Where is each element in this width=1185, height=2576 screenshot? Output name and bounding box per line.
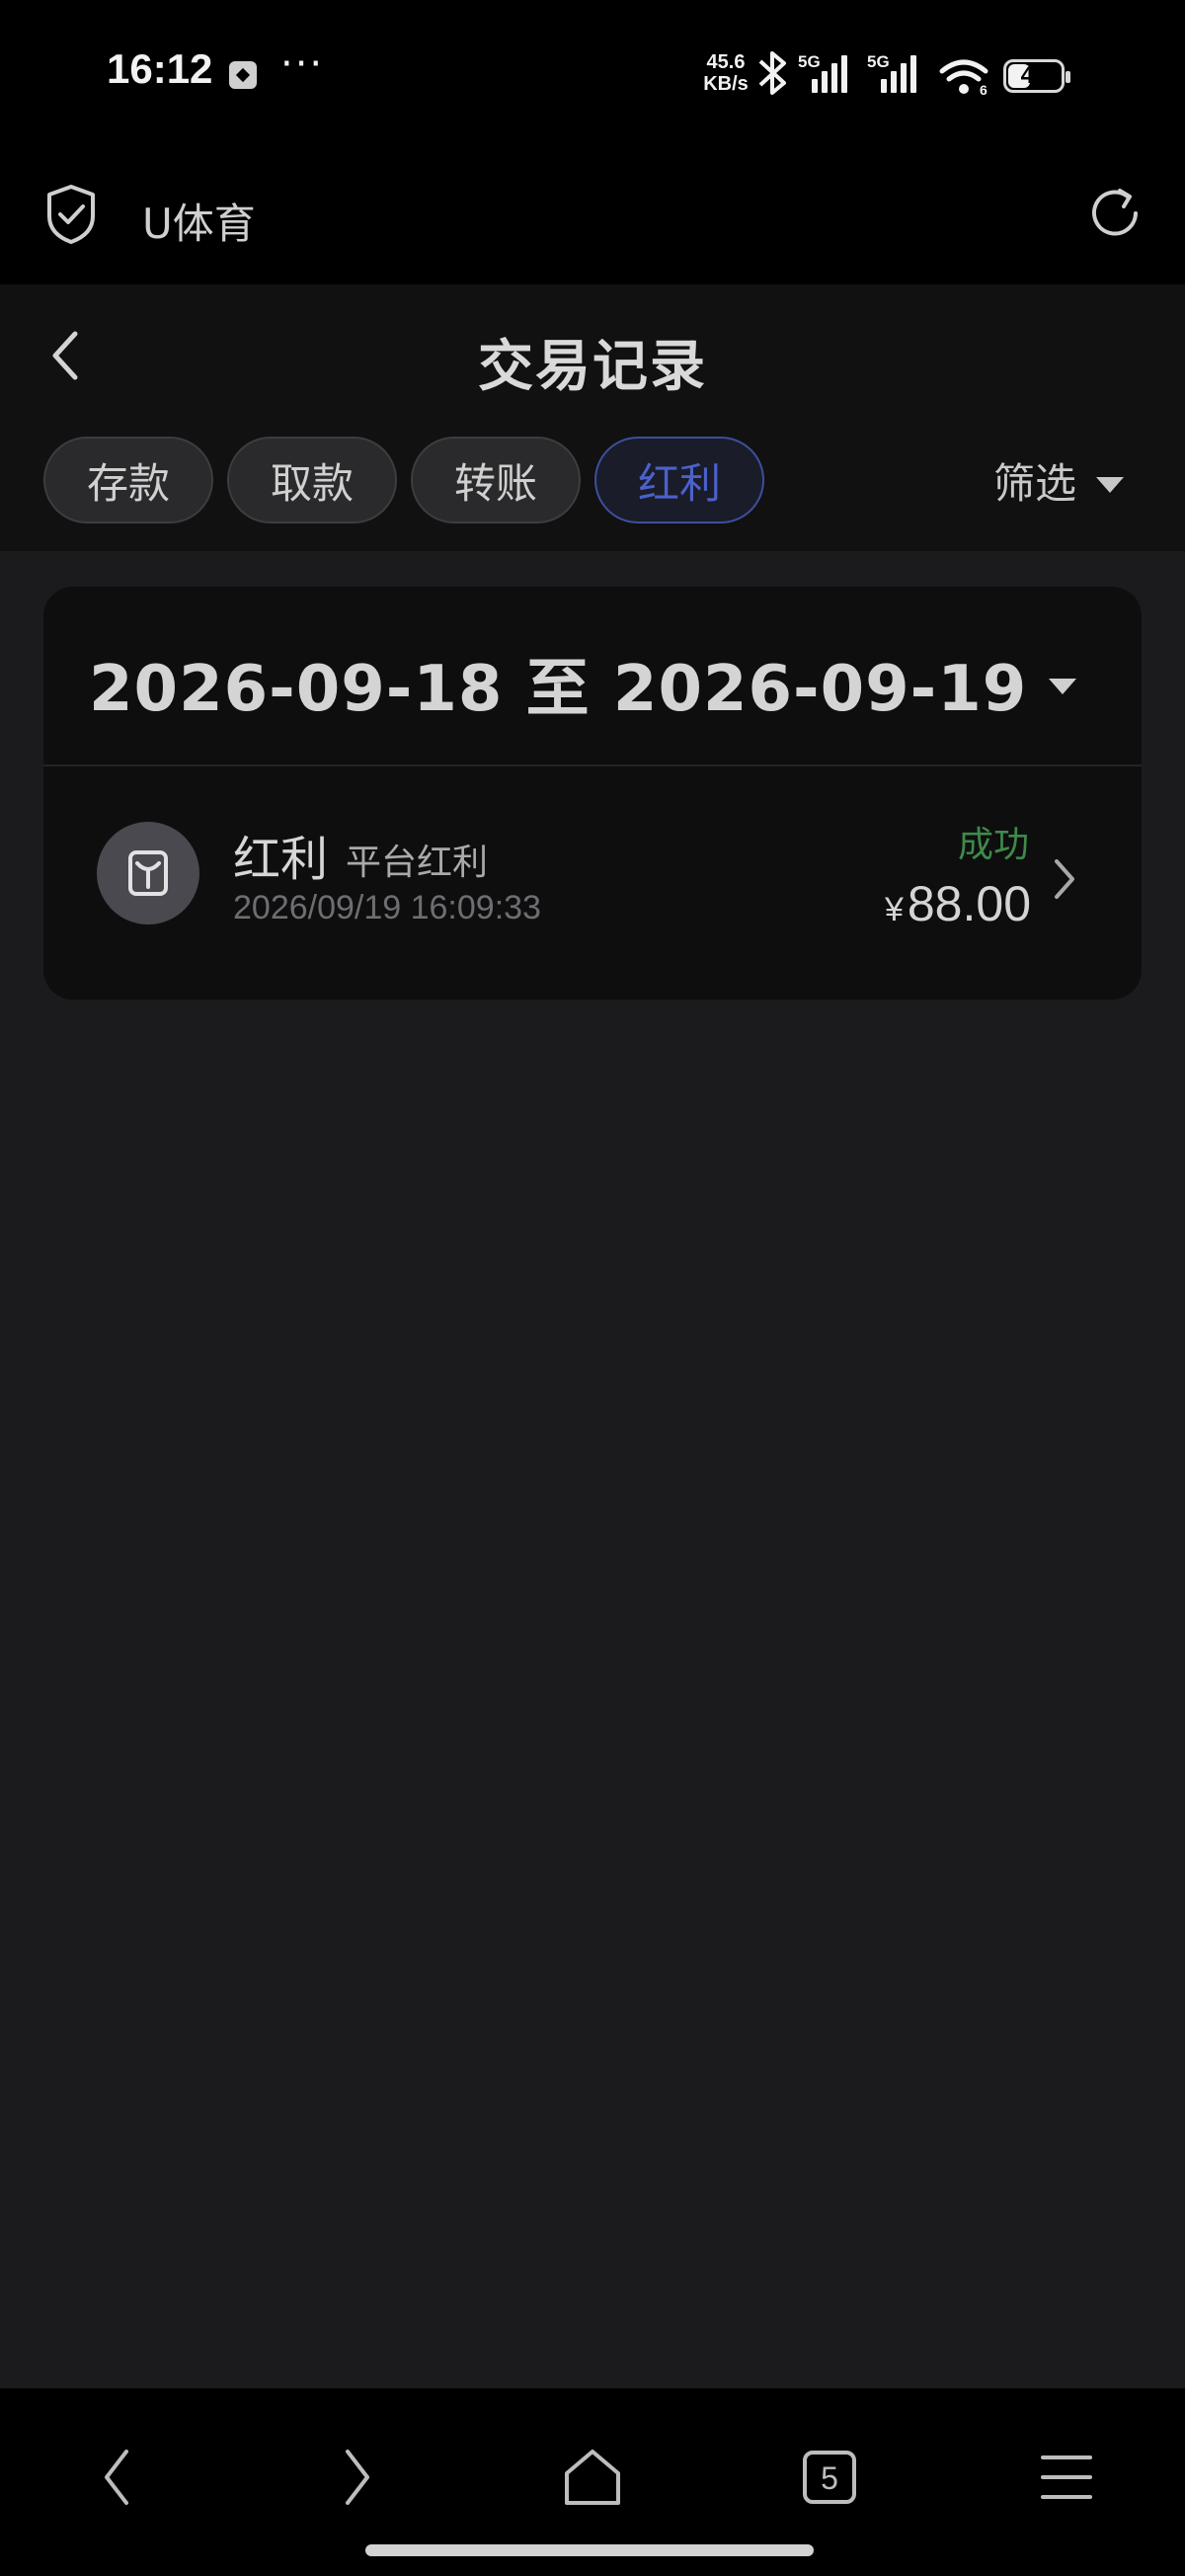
record-row[interactable]: 红利 平台红利 2026/09/19 16:09:33 成功 ¥88.00 (43, 766, 1142, 1000)
tabs-count: 5 (821, 2460, 838, 2496)
home-indicator[interactable] (365, 2544, 814, 2556)
status-bar: 16:12 ··· 45.6 KB/s 5G 5G 6 41 (0, 0, 1185, 153)
tab-deposit[interactable]: 存款 (43, 437, 213, 523)
battery-icon: 41 (1003, 59, 1070, 93)
filter-label: 筛选 (993, 459, 1077, 508)
menu-icon[interactable] (1027, 2438, 1106, 2517)
speed-value: 45.6 (706, 51, 746, 73)
back-icon[interactable] (79, 2438, 158, 2517)
bluetooth-icon (758, 51, 786, 95)
tabs-icon: 5 (803, 2451, 856, 2504)
records-card: 2026-09-18 至 2026-09-19 红利 平台红利 2026/09/… (43, 587, 1142, 1000)
filter-button[interactable]: 筛选 (993, 450, 1125, 511)
record-type: 红利 (233, 832, 329, 887)
forward-icon[interactable] (316, 2438, 395, 2517)
battery-level: 41 (1020, 62, 1048, 89)
home-icon[interactable] (553, 2438, 632, 2517)
currency-symbol: ¥ (884, 891, 904, 928)
site-bar: U体育 (0, 153, 1185, 284)
wifi-icon (939, 59, 988, 82)
site-title: U体育 (142, 200, 256, 248)
tabs-button[interactable]: 5 (790, 2438, 869, 2517)
tab-bonus[interactable]: 红利 (594, 437, 764, 523)
refresh-icon[interactable] (1084, 183, 1146, 244)
status-icons: 5G 5G 6 (756, 49, 1003, 103)
battery-nub (1066, 71, 1070, 83)
date-range-label: 2026-09-18 至 2026-09-19 (89, 653, 1028, 726)
page-title: 交易记录 (478, 335, 707, 399)
bonus-icon (128, 850, 168, 896)
tab-transfer[interactable]: 转账 (411, 437, 581, 523)
amount-value: 88.00 (907, 876, 1031, 931)
wifi-badge: 6 (980, 82, 988, 98)
network-label-2: 5G (867, 52, 890, 71)
caret-down-icon (1096, 476, 1125, 493)
tab-withdraw[interactable]: 取款 (227, 437, 397, 523)
record-amount: ¥88.00 (885, 875, 1031, 932)
status-time: 16:12 (107, 45, 213, 92)
date-range-selector[interactable]: 2026-09-18 至 2026-09-19 (89, 638, 1077, 729)
chevron-right-icon[interactable] (1051, 855, 1078, 903)
speed-unit: KB/s (703, 73, 749, 95)
shield-check-icon[interactable] (43, 183, 99, 246)
caret-down-icon (1049, 679, 1077, 694)
more-notifications: ··· (280, 41, 325, 87)
record-status: 成功 (957, 825, 1029, 865)
transaction-tabs: 存款 取款 转账 红利 (43, 437, 764, 523)
bonus-icon-badge (97, 822, 199, 925)
record-time: 2026/09/19 16:09:33 (233, 889, 541, 926)
signal-icons: 5G 5G 6 (758, 51, 988, 98)
network-speed: 45.6 KB/s (697, 51, 754, 95)
network-label-1: 5G (798, 52, 821, 71)
notification-icon (229, 61, 257, 89)
page-header: 交易记录 存款 取款 转账 红利 筛选 (0, 284, 1185, 551)
browser-bottom-nav: 5 (0, 2388, 1185, 2576)
record-subtype: 平台红利 (346, 843, 489, 883)
